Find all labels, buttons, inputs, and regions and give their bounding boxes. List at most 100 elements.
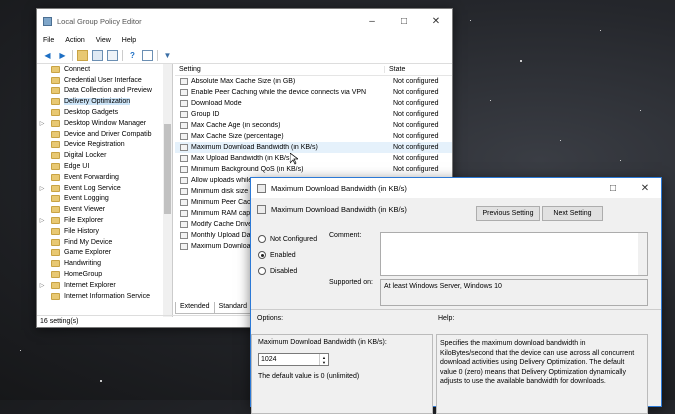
star [490, 100, 491, 101]
forward-arrow-icon[interactable]: ▶ [57, 50, 68, 61]
dialog-close-button[interactable]: ✕ [629, 183, 661, 194]
tab-standard[interactable]: Standard [213, 302, 253, 314]
star [560, 140, 561, 141]
menu-help[interactable]: Help [122, 37, 136, 44]
app-icon [43, 16, 52, 26]
setting-state: Not configured [393, 89, 439, 96]
radio-circle[interactable] [258, 235, 266, 243]
spinner-arrows-icon[interactable]: ▲ ▼ [319, 354, 328, 365]
tree-item[interactable]: Device and Driver Compatib [37, 129, 172, 140]
toolbar: ◀ ▶ ? ▼ [37, 47, 452, 64]
tree-item[interactable]: Event Viewer [37, 204, 172, 215]
tree-item[interactable]: Delivery Optimization [37, 96, 172, 107]
expand-chevron-icon[interactable]: ▷ [37, 217, 47, 224]
tree-item[interactable]: Event Forwarding [37, 172, 172, 183]
radio-enabled[interactable]: Enabled [258, 251, 296, 259]
folder-icon [51, 152, 60, 160]
tree-scrollbar[interactable] [163, 64, 172, 317]
setting-name: Maximum Download Bandwidth (in KB/s) [191, 144, 318, 151]
tab-extended[interactable]: Extended [175, 302, 215, 314]
tree-item[interactable]: Game Explorer [37, 248, 172, 259]
policy-setting-icon [180, 122, 188, 129]
radio-label: Not Configured [270, 235, 318, 243]
setting-name: Max Cache Size (percentage) [191, 133, 284, 140]
options-panel: Maximum Download Bandwidth (in KB/s): 10… [251, 334, 433, 414]
divider [251, 309, 661, 310]
maximize-button[interactable]: □ [388, 16, 420, 27]
bandwidth-value[interactable]: 1024 [259, 356, 319, 363]
tree-item[interactable]: Event Logging [37, 194, 172, 205]
folder-icon [51, 65, 60, 73]
tree-item[interactable]: ▷ Internet Explorer [37, 280, 172, 291]
policy-header-icon [257, 205, 266, 214]
tree-item[interactable]: Connect [37, 64, 172, 75]
export-list-icon[interactable] [107, 49, 118, 61]
folder-icon [51, 119, 60, 127]
setting-row[interactable]: Absolute Max Cache Size (in GB) Not confi… [175, 76, 452, 87]
setting-state: Not configured [393, 122, 439, 129]
properties-icon[interactable] [142, 49, 153, 61]
expand-chevron-icon[interactable]: ▷ [37, 185, 47, 192]
radio-disabled[interactable]: Disabled [258, 267, 297, 275]
tree-item[interactable]: Desktop Gadgets [37, 107, 172, 118]
comment-textarea[interactable] [380, 232, 648, 276]
menu-file[interactable]: File [43, 37, 54, 44]
back-arrow-icon[interactable]: ◀ [42, 50, 53, 61]
option-field-label: Maximum Download Bandwidth (in KB/s): [258, 339, 387, 346]
expand-chevron-icon[interactable]: ▷ [37, 120, 47, 127]
tree-item[interactable]: ▷ Event Log Service [37, 183, 172, 194]
dialog-maximize-button[interactable]: □ [597, 183, 629, 194]
close-button[interactable]: ✕ [420, 16, 452, 27]
bandwidth-spinner[interactable]: 1024 ▲ ▼ [258, 353, 329, 366]
show-hide-tree-icon[interactable] [92, 49, 103, 61]
options-label: Options: [257, 315, 284, 322]
help-icon[interactable]: ? [127, 50, 138, 61]
up-folder-icon[interactable] [77, 49, 88, 61]
tree-item[interactable]: Find My Device [37, 237, 172, 248]
filter-icon[interactable]: ▼ [162, 50, 173, 61]
tree-item[interactable]: Credential User Interface [37, 75, 172, 86]
help-scrollbar[interactable] [638, 335, 647, 413]
setting-row[interactable]: Maximum Download Bandwidth (in KB/s) Not … [175, 142, 452, 153]
radio-not-configured[interactable]: Not Configured [258, 235, 317, 243]
next-setting-button[interactable]: Next Setting [542, 206, 603, 221]
folder-icon [51, 76, 60, 84]
tree-item[interactable]: ▷ Desktop Window Manager [37, 118, 172, 129]
menu-view[interactable]: View [96, 37, 111, 44]
radio-circle[interactable] [258, 267, 266, 275]
previous-setting-button[interactable]: Previous Setting [476, 206, 540, 221]
setting-row[interactable]: Max Cache Age (in seconds) Not configured [175, 120, 452, 131]
tree-item-label: File Explorer [64, 217, 104, 225]
tree-item[interactable]: Handwriting [37, 258, 172, 269]
tree-list: Connect Credential User Interface Data Col… [37, 64, 172, 302]
tree-item-label: HomeGroup [64, 271, 103, 279]
setting-row[interactable]: Max Cache Size (percentage) Not configure… [175, 131, 452, 142]
comment-scrollbar[interactable] [638, 233, 647, 275]
setting-row[interactable]: Minimum Background QoS (in KB/s) Not conf… [175, 164, 452, 175]
setting-state: Not configured [393, 100, 439, 107]
setting-row[interactable]: Group ID Not configured [175, 109, 452, 120]
tree-item[interactable]: Internet Information Service [37, 291, 172, 302]
tree-item-label: Credential User Interface [64, 76, 142, 84]
tree-item[interactable]: Data Collection and Preview [37, 86, 172, 97]
tree-item[interactable]: ▷ File Explorer [37, 215, 172, 226]
policy-setting-icon [180, 133, 188, 140]
supported-on-label: Supported on: [329, 279, 373, 286]
setting-row[interactable]: Download Mode Not configured [175, 98, 452, 109]
setting-column-header[interactable]: Setting [175, 66, 385, 73]
tree-item[interactable]: Digital Locker [37, 150, 172, 161]
minimize-button[interactable]: – [356, 16, 388, 27]
tree-item[interactable]: File History [37, 226, 172, 237]
setting-row[interactable]: Max Upload Bandwidth (in KB/s) Not config… [175, 153, 452, 164]
tree-item[interactable]: HomeGroup [37, 269, 172, 280]
menu-action[interactable]: Action [65, 37, 84, 44]
tree-scroll-thumb[interactable] [164, 124, 171, 214]
supported-scrollbar[interactable] [638, 280, 647, 305]
expand-chevron-icon[interactable]: ▷ [37, 282, 47, 289]
tree-item[interactable]: Edge UI [37, 161, 172, 172]
list-header: Setting State [175, 64, 452, 76]
radio-circle[interactable] [258, 251, 266, 259]
state-column-header[interactable]: State [385, 66, 405, 73]
setting-row[interactable]: Enable Peer Caching while the device con… [175, 87, 452, 98]
tree-item[interactable]: Device Registration [37, 140, 172, 151]
